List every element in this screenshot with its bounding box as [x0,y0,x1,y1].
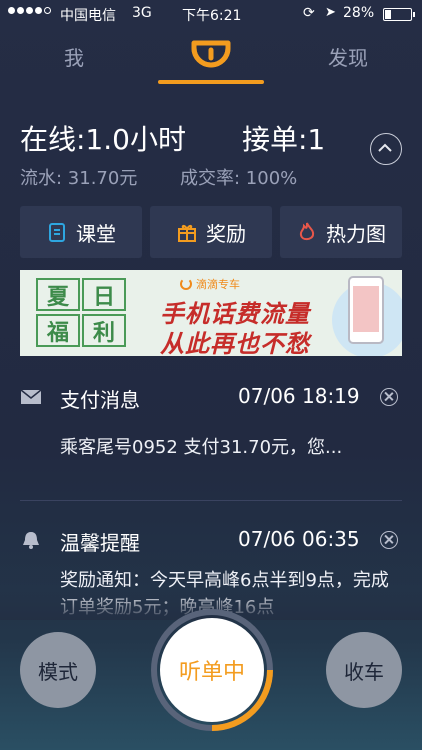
didi-logo-icon[interactable] [188,34,234,74]
banner-subheadline: 从此再也不愁 [160,329,310,356]
chevron-up-icon [377,143,392,152]
heatmap-label: 热力图 [326,221,386,246]
banner-brand-text: 滴滴专车 [196,278,240,291]
gift-icon [178,225,196,242]
order-count: 接单:1 [242,123,326,156]
message-body: 乘客尾号0952 支付31.70元，您... [60,437,343,458]
banner-brand: 滴滴专车 [180,276,240,292]
classroom-label: 课堂 [76,221,116,246]
didi-logo-icon [180,278,192,290]
end-shift-button[interactable]: 收车 [326,632,402,708]
summer-welfare-logo: 夏 日 福 利 [36,278,132,348]
signal-strength-icon [8,7,51,14]
clock: 下午6:21 [182,8,242,24]
promo-banner[interactable]: 夏 日 福 利 滴滴专车 手机话费流量 从此再也不愁 [20,270,402,356]
battery-percentage: 28% [343,5,375,21]
heatmap-button[interactable]: 热力图 [280,206,402,258]
status-bar: 中国电信 3G 下午6:21 ⟳ ➤ 28% [0,0,422,28]
earnings-flow: 流水: 31.70元 [20,168,138,189]
collapse-stats-button[interactable] [370,133,402,165]
online-duration: 在线:1.0小时 [20,123,186,156]
reward-label: 奖励 [206,221,246,246]
close-icon[interactable] [380,388,398,406]
location-icon: ➤ [325,5,336,20]
flame-icon [299,222,315,241]
carrier-name: 中国电信 [60,8,116,24]
tab-discover[interactable]: 发现 [328,42,368,71]
active-tab-indicator [158,80,264,84]
listening-orders-button[interactable]: 听单中 [160,618,264,722]
battery-icon [383,8,415,21]
quick-actions: 课堂 奖励 热力图 [20,206,402,258]
orientation-lock-icon: ⟳ [303,5,315,21]
divider [20,500,402,501]
banner-tile: 利 [82,314,126,347]
mode-button[interactable]: 模式 [20,632,96,708]
tab-me[interactable]: 我 [64,42,84,71]
reward-button[interactable]: 奖励 [150,206,272,258]
banner-tile: 日 [82,278,126,311]
top-nav: 我 发现 [0,28,422,84]
message-title: 支付消息 [60,388,140,412]
close-icon[interactable] [380,531,398,549]
banner-tile: 夏 [36,278,80,311]
completion-rate: 成交率: 100% [180,168,298,189]
banner-tile: 福 [36,314,80,347]
network-type: 3G [132,5,152,21]
envelope-icon [20,389,42,404]
phone-illustration [348,276,384,344]
bell-icon [23,532,39,549]
message-time: 07/06 18:19 [238,384,360,408]
message-time: 07/06 06:35 [238,527,360,551]
message-title: 温馨提醒 [60,531,140,555]
clipboard-icon [49,223,65,242]
classroom-button[interactable]: 课堂 [20,206,142,258]
